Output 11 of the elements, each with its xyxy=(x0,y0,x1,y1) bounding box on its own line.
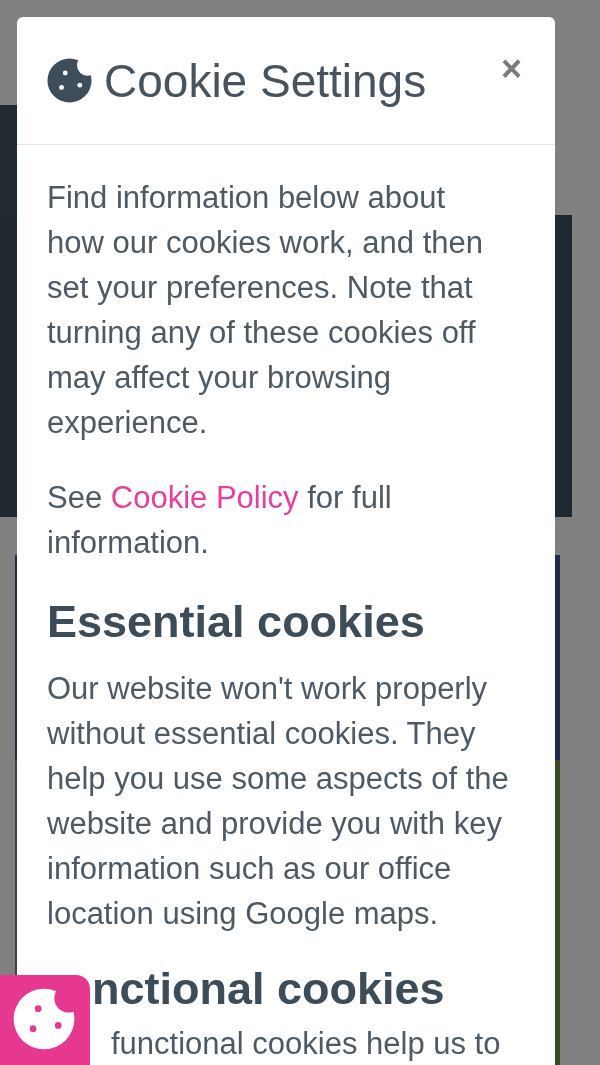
section-text: Our website won't work properly without essential cookies. They help you use some aspects of the website and provide you with key information such as our office location using Google maps. xyxy=(47,670,509,933)
section-heading: Essential cookies xyxy=(47,595,425,648)
cookie-icon xyxy=(47,58,92,103)
intro-text: Find information below about how our cookies work, and then set your preferences. Note that turning any of these cookies off may affect your browsing experience. xyxy=(47,179,484,442)
section-text: functional cookies help us to xyxy=(111,1026,501,1062)
close-button[interactable]: × xyxy=(500,51,522,87)
cookie-policy-link[interactable]: Cookie Policy xyxy=(110,480,299,515)
cookie-settings-button[interactable] xyxy=(0,975,90,1065)
policy-note: See Cookie Policy for full information. xyxy=(47,479,393,562)
cookie-icon xyxy=(13,988,75,1050)
section-heading: nctional cookies xyxy=(92,962,445,1015)
